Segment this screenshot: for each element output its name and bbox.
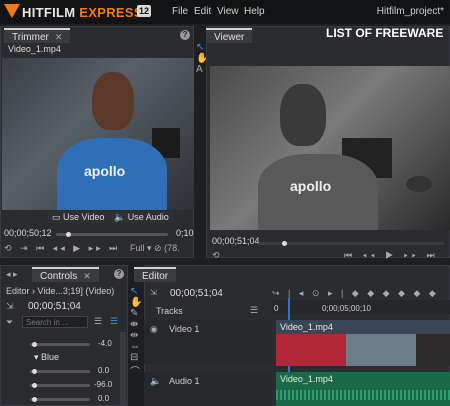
- viewer-transport-controls[interactable]: ⏮ ◂◂ ▶ ▸▸ ⏭: [344, 250, 439, 261]
- param-value-4[interactable]: 0.0: [98, 394, 109, 403]
- person-head: [280, 84, 326, 146]
- param-slider-4[interactable]: [30, 397, 90, 402]
- trimmer-zoom-select[interactable]: Full ▾ ⊘ (78.: [130, 243, 180, 254]
- clip-thumb-phone: [346, 334, 416, 366]
- viewer-scrub-bar[interactable]: [258, 241, 444, 246]
- controls-timecode: 00;00;51;04: [28, 301, 81, 312]
- shirt-logo: apollo: [290, 178, 332, 194]
- controls-search-input[interactable]: [22, 316, 88, 328]
- controls-breadcrumb: Editor › Vide...3;19] (Video): [6, 286, 115, 296]
- close-icon[interactable]: ✕: [83, 271, 91, 281]
- trimmer-video-frame: apollo: [2, 58, 194, 210]
- tab-controls[interactable]: Controls ✕: [32, 267, 99, 282]
- project-name: Hitfilm_project*: [376, 6, 444, 17]
- audio-clip-label: Video_1.mp4: [280, 374, 333, 384]
- viewer-tool-strip: ↖ ✋ A: [196, 42, 208, 242]
- trimmer-transport-controls[interactable]: ⟲ ⇥ ⏮ ◂◂ ▶ ▸▸ ⏭: [4, 243, 120, 254]
- text-tool-icon[interactable]: A: [196, 64, 206, 75]
- version-badge: 12: [137, 5, 152, 17]
- rate-stretch-tool-icon[interactable]: ⇔: [130, 341, 144, 352]
- tab-trimmer[interactable]: Trimmer ✕: [4, 28, 71, 43]
- audio-track-header: 🔈 Audio 1: [144, 372, 272, 406]
- close-icon[interactable]: ✕: [55, 32, 63, 42]
- keyframe-icon[interactable]: ⇲: [6, 301, 14, 312]
- tracks-label: Tracks: [156, 306, 183, 316]
- editor-timecode: 00;00;51;04: [170, 288, 223, 299]
- trimmer-scrub-bar[interactable]: [56, 232, 168, 237]
- person-head: [92, 72, 134, 130]
- ruler-label-1: 0;00;05;00;10: [322, 304, 371, 313]
- tracks-menu-icon[interactable]: ☰: [250, 305, 258, 316]
- audio-clip[interactable]: Video_1.mp4: [276, 372, 450, 406]
- slider-knob[interactable]: [32, 383, 37, 388]
- select-tool-icon[interactable]: ↖: [130, 286, 144, 297]
- controls-scrollbar[interactable]: [120, 332, 126, 406]
- slide-tool-icon[interactable]: ⇹: [130, 330, 144, 341]
- slider-knob[interactable]: [32, 397, 37, 402]
- use-audio-button[interactable]: 🔈 Use Audio: [114, 212, 169, 223]
- background-lamp: [406, 176, 432, 192]
- slider-knob[interactable]: [32, 369, 37, 374]
- eye-icon[interactable]: ◉: [150, 324, 158, 335]
- editor-tool-strip: ↖ ✋ ✎ ⇼ ⇹ ⇔ ⊟ ⌒: [130, 286, 144, 406]
- trimmer-timecode: 00;00;50;12: [4, 228, 52, 238]
- pan-tool-icon[interactable]: ✋: [130, 297, 144, 308]
- tab-viewer[interactable]: Viewer: [206, 28, 253, 43]
- audio-waveform: [276, 390, 450, 400]
- ruler-label-0: 0: [274, 304, 279, 313]
- app-brand: HITFILM EXPRESS: [22, 5, 143, 20]
- clip-thumb-dark: [416, 334, 450, 366]
- param-value-1[interactable]: -4.0: [98, 339, 112, 348]
- filter-icon[interactable]: ⏷: [6, 317, 13, 328]
- title-bar: HITFILM EXPRESS 12 File Edit View Help H…: [0, 0, 450, 24]
- viewer-playhead[interactable]: [282, 241, 287, 246]
- param-slider-3[interactable]: [30, 383, 90, 388]
- trimmer-timecode-right: 0;10: [176, 228, 194, 238]
- use-video-button[interactable]: ▭ Use Video: [52, 212, 104, 223]
- slider-knob[interactable]: [32, 342, 37, 347]
- snap-tool-icon[interactable]: ⌒: [130, 363, 144, 378]
- video-clip-label: Video_1.mp4: [280, 322, 333, 332]
- param-value-2[interactable]: 0.0: [98, 366, 109, 375]
- param-value-3[interactable]: -96.0: [94, 380, 112, 389]
- video-track-name: Video 1: [169, 324, 200, 334]
- trimmer-file-name: Video_1.mp4: [8, 44, 61, 54]
- viewer-loop-icon[interactable]: ⟲: [212, 250, 220, 261]
- group-blue[interactable]: ▾ Blue: [34, 352, 59, 363]
- menu-file[interactable]: File: [172, 6, 188, 17]
- use-buttons: ▭ Use Video 🔈 Use Audio: [48, 211, 174, 223]
- select-tool-icon[interactable]: ↖: [196, 42, 206, 53]
- param-slider-2[interactable]: [30, 369, 90, 374]
- viewer-video-frame: apollo: [210, 66, 450, 230]
- menu-view[interactable]: View: [217, 6, 239, 17]
- shirt-logo: apollo: [84, 163, 126, 179]
- menu-help[interactable]: Help: [244, 6, 265, 17]
- video-track-header: ◉ Video 1: [144, 320, 272, 364]
- panel-nav-arrows[interactable]: ◂ ▸: [6, 269, 18, 280]
- help-icon[interactable]: ?: [114, 269, 124, 279]
- slip-tool-icon[interactable]: ⇼: [130, 319, 144, 330]
- razor-tool-icon[interactable]: ✎: [130, 308, 144, 319]
- trimmer-playhead[interactable]: [66, 232, 71, 237]
- clip-thumb-red: [276, 334, 346, 366]
- viewer-timecode: 00;00;51;04: [212, 236, 260, 246]
- list-view-icon[interactable]: ☰: [94, 316, 102, 327]
- ripple-tool-icon[interactable]: ⊟: [130, 352, 144, 363]
- pan-tool-icon[interactable]: ✋: [196, 53, 208, 64]
- detail-view-icon[interactable]: ☰: [110, 316, 118, 327]
- audio-track-name: Audio 1: [169, 376, 200, 386]
- menu-edit[interactable]: Edit: [194, 6, 211, 17]
- hitfilm-logo-icon: [4, 4, 20, 18]
- editor-transport-controls[interactable]: ↪ | ◂ ⊙ ▸ | ◆ ◆ ◆ ◆ ◆ ◆: [272, 288, 439, 299]
- speaker-icon[interactable]: 🔈: [150, 376, 161, 387]
- tab-editor[interactable]: Editor: [134, 267, 177, 282]
- viewer-overlay-text: LIST OF FREEWARE: [326, 26, 444, 40]
- video-clip[interactable]: Video_1.mp4: [276, 320, 450, 366]
- editor-settings-icon[interactable]: ⇲: [150, 288, 157, 297]
- param-slider-1[interactable]: [30, 342, 90, 347]
- help-icon[interactable]: ?: [180, 30, 190, 40]
